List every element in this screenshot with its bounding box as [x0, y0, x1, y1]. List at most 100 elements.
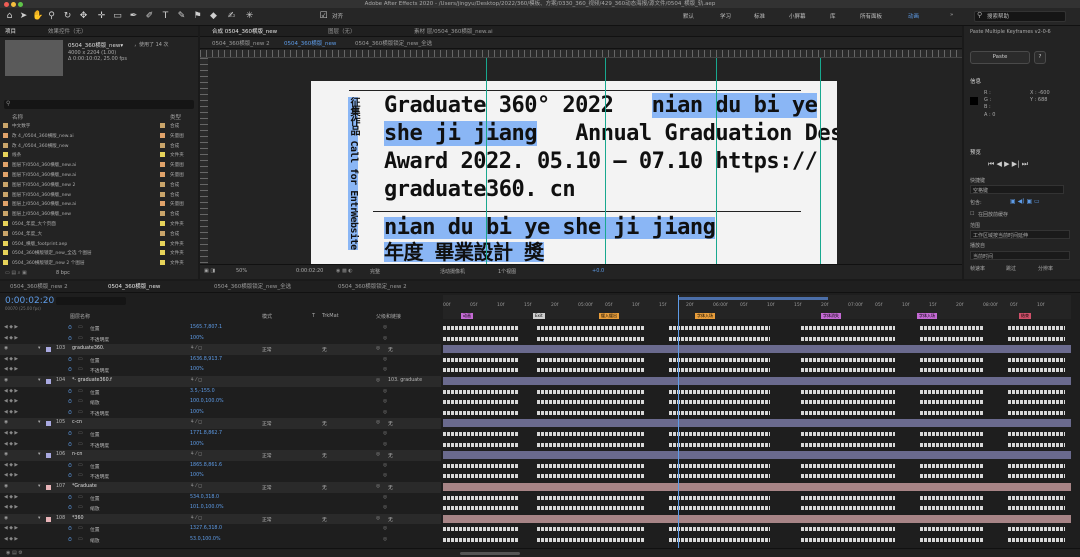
keyframe-group[interactable]: [920, 538, 984, 542]
layer-label-color[interactable]: [46, 516, 51, 522]
label-color-icon[interactable]: [160, 250, 165, 256]
camera-select[interactable]: 活动摄像机: [440, 268, 465, 275]
keyframe-group[interactable]: [920, 506, 984, 511]
eye-icon[interactable]: ◉: [4, 516, 8, 521]
layer-switches[interactable]: ⚘ ⁄ ◻: [190, 346, 202, 351]
label-color-icon[interactable]: [160, 221, 165, 226]
keyframe-group[interactable]: [920, 474, 984, 479]
graph-icon[interactable]: ▭: [78, 336, 83, 341]
keyframe-group[interactable]: [537, 336, 644, 341]
keyframe-group[interactable]: [443, 432, 519, 436]
keyframe-group[interactable]: [1008, 463, 1065, 468]
label-color-icon[interactable]: [160, 230, 165, 236]
track-row[interactable]: [443, 334, 1071, 345]
stopwatch-icon[interactable]: ⏱: [68, 399, 72, 405]
guide-line[interactable]: [716, 58, 717, 264]
graph-icon[interactable]: ▭: [78, 473, 83, 478]
layer-switches[interactable]: ⚘ ⁄ ◻: [190, 516, 202, 521]
keyframe-group[interactable]: [920, 389, 984, 394]
guide-line[interactable]: [820, 58, 821, 264]
expression-pickwhip-icon[interactable]: ◎: [383, 431, 387, 436]
keyframe-group[interactable]: [443, 474, 519, 479]
layer-name[interactable]: graduate360.: [72, 346, 105, 351]
keyframe-group[interactable]: [800, 410, 896, 415]
label-color-icon[interactable]: [160, 132, 165, 138]
stopwatch-icon[interactable]: ⏱: [68, 442, 72, 448]
keyframe-nav-icon[interactable]: ◀ ◆ ▶: [4, 410, 18, 415]
hand-tool-icon[interactable]: ✋: [32, 11, 43, 22]
expand-arrow-icon[interactable]: ▾: [38, 452, 40, 457]
track-row[interactable]: [443, 376, 1071, 387]
trkmat-select[interactable]: 无: [322, 516, 327, 523]
workspace-learn[interactable]: 学习: [720, 12, 731, 20]
range-select[interactable]: 工作区域按当前时间延伸: [970, 230, 1070, 239]
keyframe-group[interactable]: [443, 463, 519, 468]
project-list-item[interactable]: 0504_360横版锁定_new_全选 个图层 文件夹: [0, 249, 196, 257]
layer-switches[interactable]: ⚘ ⁄ ◻: [190, 484, 202, 489]
layer-duration-bar[interactable]: [443, 483, 1071, 491]
zoom-window-button[interactable]: [18, 1, 23, 7]
timeline-property-row[interactable]: ◀ ◆ ▶ ⏱ ▭ 不透明度 100% ◎: [0, 471, 441, 482]
keyframe-group[interactable]: [800, 506, 896, 511]
workspace-small-screen[interactable]: 小屏幕: [789, 12, 806, 20]
timeline-timecode[interactable]: 0:00:02:20: [5, 296, 54, 306]
pickwhip-icon[interactable]: ◎: [376, 516, 380, 521]
track-row[interactable]: [443, 450, 1071, 461]
track-row[interactable]: [443, 418, 1071, 429]
blend-mode-select[interactable]: 正常: [262, 516, 272, 523]
bit-depth-button[interactable]: 8 bpc: [56, 270, 70, 276]
expression-pickwhip-icon[interactable]: ◎: [383, 442, 387, 447]
keyframe-group[interactable]: [800, 474, 896, 479]
parent-select[interactable]: 无: [388, 484, 393, 491]
keyframe-nav-icon[interactable]: ◀ ◆ ▶: [4, 399, 18, 404]
project-list-item[interactable]: 改 4_/0504_360横版_new 合成: [0, 142, 196, 150]
track-row[interactable]: [443, 355, 1071, 366]
project-list-item[interactable]: 图层上/0504_360横版_new.ai 矢量图: [0, 200, 196, 208]
graph-icon[interactable]: ▭: [78, 442, 83, 447]
column-name[interactable]: 名称: [12, 113, 23, 121]
keyframe-nav-icon[interactable]: ◀ ◆ ▶: [4, 537, 18, 542]
comp-timecode[interactable]: 0:00:02:20: [296, 268, 323, 274]
pickwhip-icon[interactable]: ◎: [376, 484, 380, 489]
pickwhip-icon[interactable]: ◎: [376, 346, 380, 351]
footer-switch-icons[interactable]: ◉ ▤ ⚙: [6, 550, 23, 556]
project-list-item[interactable]: 图层下/0504_360横版_new 2 合成: [0, 181, 196, 189]
layer-label-color[interactable]: [46, 453, 51, 459]
property-value[interactable]: 100.0,100.0%: [190, 399, 224, 404]
timeline-tab-2[interactable]: 0504_360横版_new: [108, 282, 160, 290]
zoom-tool-icon[interactable]: ⚲: [46, 11, 57, 22]
eye-icon[interactable]: ◉: [4, 484, 8, 489]
comp-subtab-2[interactable]: 0504_360横版_new: [284, 39, 336, 47]
track-row[interactable]: [443, 365, 1071, 376]
timeline-tab-4[interactable]: 0504_360横版锁定_new 2: [338, 282, 407, 290]
guide-line[interactable]: [605, 58, 606, 264]
paste-button[interactable]: Paste: [970, 51, 1030, 64]
stopwatch-icon[interactable]: ⏱: [68, 473, 72, 479]
tab-project[interactable]: 项目: [5, 27, 16, 35]
property-value[interactable]: 101.0,100.0%: [190, 505, 224, 510]
keyframe-nav-icon[interactable]: ◀ ◆ ▶: [4, 526, 18, 531]
camera-tool-icon[interactable]: ✥: [78, 11, 89, 22]
roto-brush-tool-icon[interactable]: ✍: [226, 11, 237, 22]
keyframe-group[interactable]: [669, 495, 770, 500]
property-value[interactable]: 1565.7,807.1: [190, 325, 222, 330]
tab-footage[interactable]: 素材 层/0504_360横版_new.ai: [414, 27, 493, 35]
layer-duration-bar[interactable]: [443, 451, 1071, 460]
timeline-layer-row[interactable]: ◉ ▾ 106 n-cn ⚘ ⁄ ◻ 正常 无 ◎ 无: [0, 450, 441, 461]
keyframe-group[interactable]: [669, 357, 770, 362]
stopwatch-icon[interactable]: ⏱: [68, 431, 72, 437]
project-list-item[interactable]: 图层下/0504_360横版_new.ai 矢量图: [0, 171, 196, 179]
comp-marker[interactable]: 字体消失: [821, 313, 841, 319]
label-color-icon[interactable]: [160, 260, 165, 266]
timeline-property-row[interactable]: ◀ ◆ ▶ ⏱ ▭ 位置 1327.6,318.0 ◎: [0, 524, 441, 535]
expand-arrow-icon[interactable]: ▾: [38, 346, 40, 351]
blend-mode-select[interactable]: 正常: [262, 452, 272, 459]
trkmat-select[interactable]: 无: [322, 452, 327, 459]
timeline-layer-row[interactable]: ◉ ▾ 107 *Graduate ⚘ ⁄ ◻ 正常 无 ◎ 无: [0, 482, 441, 493]
keyframe-group[interactable]: [920, 326, 984, 330]
keyframe-group[interactable]: [669, 474, 770, 479]
keyframe-group[interactable]: [920, 368, 984, 373]
project-list-item[interactable]: 0504_年度_大 合成: [0, 230, 196, 238]
project-list-item[interactable]: 0504_360横版锁定_new 2 个图层 文件夹: [0, 259, 196, 267]
label-color-icon[interactable]: [160, 162, 165, 168]
